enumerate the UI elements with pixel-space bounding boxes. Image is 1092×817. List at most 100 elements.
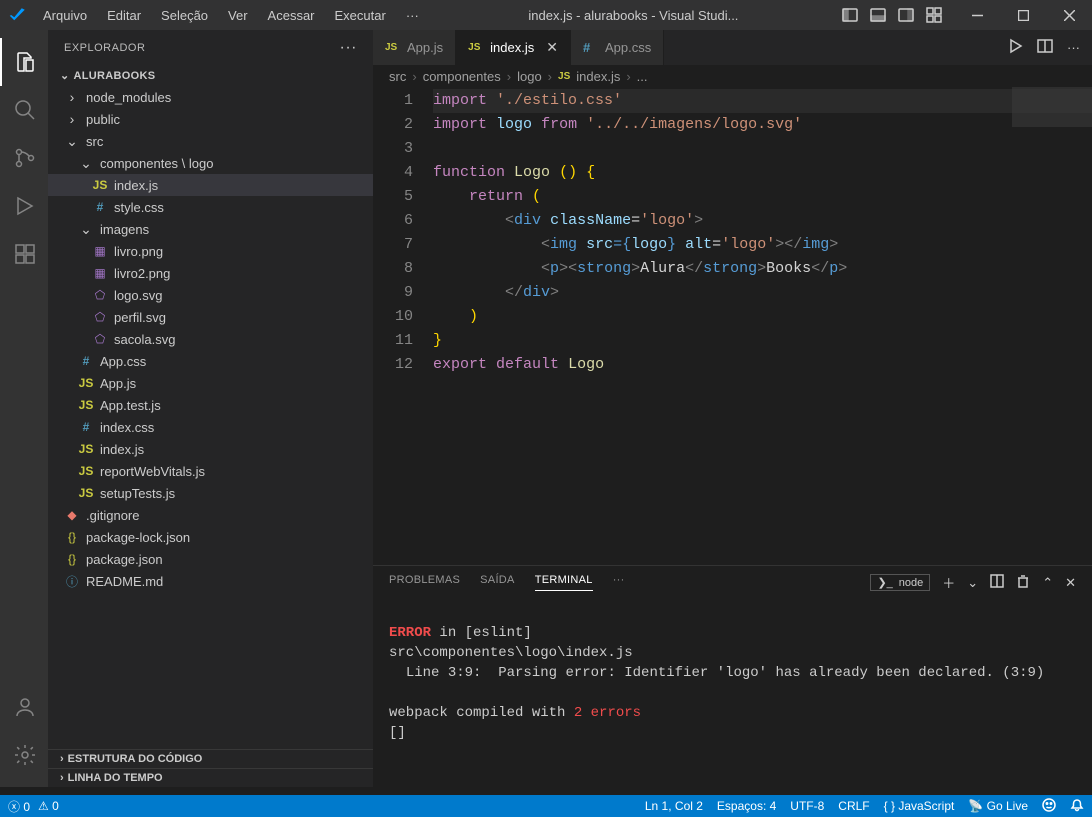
menu-item[interactable]: Ver <box>220 4 256 27</box>
tree-folder[interactable]: ⌄src <box>48 130 373 152</box>
tree-file[interactable]: #App.css <box>48 350 373 372</box>
tree-file[interactable]: ⬠logo.svg <box>48 284 373 306</box>
menu-item-more[interactable]: ··· <box>398 4 427 27</box>
close-button[interactable] <box>1046 0 1092 30</box>
status-warnings[interactable]: ⚠ 0 <box>38 799 59 813</box>
tree-file[interactable]: #style.css <box>48 196 373 218</box>
tree-file[interactable]: {}package.json <box>48 548 373 570</box>
terminal-icon: ❯_ <box>877 576 892 589</box>
status-errors[interactable]: ⓧ 0 <box>8 798 30 815</box>
js-icon: JS <box>385 42 401 53</box>
close-tab-icon[interactable]: ✕ <box>546 39 558 56</box>
status-notifications-icon[interactable] <box>1070 798 1084 815</box>
breadcrumb-item[interactable]: logo <box>517 69 542 84</box>
terminal-text: in [eslint] <box>431 625 532 641</box>
search-icon[interactable] <box>0 86 48 134</box>
tree-file[interactable]: ▦livro.png <box>48 240 373 262</box>
panel-tab-problems[interactable]: PROBLEMAS <box>389 574 460 591</box>
tree-file[interactable]: JSindex.js <box>48 174 373 196</box>
menu-item[interactable]: Executar <box>327 4 394 27</box>
close-panel-icon[interactable]: ✕ <box>1065 575 1076 591</box>
breadcrumb-item[interactable]: componentes <box>423 69 501 84</box>
tree-file[interactable]: JSApp.js <box>48 372 373 394</box>
status-go-live[interactable]: 📡 Go Live <box>968 799 1028 813</box>
more-actions-icon[interactable]: ··· <box>1067 40 1080 55</box>
panel-actions: ❯_node ＋ ⌄ ⌃ ✕ <box>870 573 1076 592</box>
new-terminal-icon[interactable]: ＋ <box>942 573 955 592</box>
js-icon: JS <box>78 486 94 500</box>
tree-file[interactable]: ⬠perfil.svg <box>48 306 373 328</box>
editor-tab[interactable]: JSApp.js <box>373 30 456 65</box>
tree-folder[interactable]: ›node_modules <box>48 86 373 108</box>
sidebar-more-icon[interactable]: ··· <box>340 39 357 57</box>
split-editor-icon[interactable] <box>1037 38 1053 57</box>
menu-item[interactable]: Editar <box>99 4 149 27</box>
status-language[interactable]: { } JavaScript <box>884 799 955 813</box>
breadcrumb-item[interactable]: index.js <box>576 69 620 84</box>
section-outline[interactable]: ›ESTRUTURA DO CÓDIGO <box>48 749 373 768</box>
menu-item[interactable]: Seleção <box>153 4 216 27</box>
tree-root[interactable]: ⌄ALURABOOKS <box>48 65 373 86</box>
tree-file[interactable]: JSreportWebVitals.js <box>48 460 373 482</box>
editor-tab[interactable]: #App.css <box>571 30 664 65</box>
maximize-button[interactable] <box>1000 0 1046 30</box>
panel-tab-terminal[interactable]: TERMINAL <box>535 574 593 591</box>
tree-file[interactable]: JSApp.test.js <box>48 394 373 416</box>
code-editor[interactable]: 123456789101112 import './estilo.css'imp… <box>373 87 1092 565</box>
tree-file[interactable]: ◆.gitignore <box>48 504 373 526</box>
js-icon: JS <box>468 42 484 53</box>
settings-gear-icon[interactable] <box>0 731 48 779</box>
tree-folder[interactable]: ⌄imagens <box>48 218 373 240</box>
tree-file[interactable]: ▦livro2.png <box>48 262 373 284</box>
layout-sidebar-right-icon[interactable] <box>896 5 916 25</box>
status-feedback-icon[interactable] <box>1042 798 1056 815</box>
split-terminal-icon[interactable] <box>990 574 1004 591</box>
tree-file[interactable]: JSindex.js <box>48 438 373 460</box>
item-label: perfil.svg <box>114 310 166 325</box>
source-control-icon[interactable] <box>0 134 48 182</box>
terminal-output[interactable]: ERROR in [eslint] src\componentes\logo\i… <box>373 599 1092 787</box>
minimap[interactable] <box>1012 87 1092 565</box>
terminal-dropdown-icon[interactable]: ⌄ <box>967 575 978 591</box>
breadcrumb-item[interactable]: ... <box>637 69 648 84</box>
status-eol[interactable]: CRLF <box>838 799 869 813</box>
status-indentation[interactable]: Espaços: 4 <box>717 799 776 813</box>
kill-terminal-icon[interactable] <box>1016 574 1030 591</box>
css-icon: # <box>583 40 599 55</box>
code-content[interactable]: import './estilo.css'import logo from '.… <box>433 87 1092 565</box>
status-cursor-position[interactable]: Ln 1, Col 2 <box>645 799 703 813</box>
layout-customize-icon[interactable] <box>924 5 944 25</box>
panel-tab-more[interactable]: ··· <box>613 574 625 591</box>
extensions-icon[interactable] <box>0 230 48 278</box>
item-label: node_modules <box>86 90 171 105</box>
layout-sidebar-left-icon[interactable] <box>840 5 860 25</box>
status-encoding[interactable]: UTF-8 <box>790 799 824 813</box>
menu-item[interactable]: Acessar <box>260 4 323 27</box>
tree-folder[interactable]: ›public <box>48 108 373 130</box>
tree-folder[interactable]: ⌄componentes \ logo <box>48 152 373 174</box>
breadcrumb-item[interactable]: src <box>389 69 406 84</box>
run-debug-icon[interactable] <box>0 182 48 230</box>
section-timeline[interactable]: ›LINHA DO TEMPO <box>48 768 373 787</box>
tree-file[interactable]: JSsetupTests.js <box>48 482 373 504</box>
item-label: index.js <box>114 178 158 193</box>
layout-controls <box>840 5 954 25</box>
tree-file[interactable]: {}package-lock.json <box>48 526 373 548</box>
accounts-icon[interactable] <box>0 683 48 731</box>
minimap-thumb[interactable] <box>1012 87 1092 127</box>
window-title: index.js - alurabooks - Visual Studi... <box>427 8 840 23</box>
item-label: App.css <box>100 354 146 369</box>
maximize-panel-icon[interactable]: ⌃ <box>1042 575 1053 591</box>
editor-tab[interactable]: JSindex.js✕ <box>456 30 571 65</box>
section-label: ESTRUTURA DO CÓDIGO <box>68 753 203 765</box>
minimize-button[interactable] <box>954 0 1000 30</box>
terminal-type-select[interactable]: ❯_node <box>870 574 930 591</box>
tree-file[interactable]: ⬠sacola.svg <box>48 328 373 350</box>
layout-panel-icon[interactable] <box>868 5 888 25</box>
menu-item[interactable]: Arquivo <box>35 4 95 27</box>
tree-file[interactable]: ⓘREADME.md <box>48 570 373 592</box>
explorer-icon[interactable] <box>0 38 48 86</box>
run-icon[interactable] <box>1007 38 1023 57</box>
panel-tab-output[interactable]: SAÍDA <box>480 574 515 591</box>
tree-file[interactable]: #index.css <box>48 416 373 438</box>
